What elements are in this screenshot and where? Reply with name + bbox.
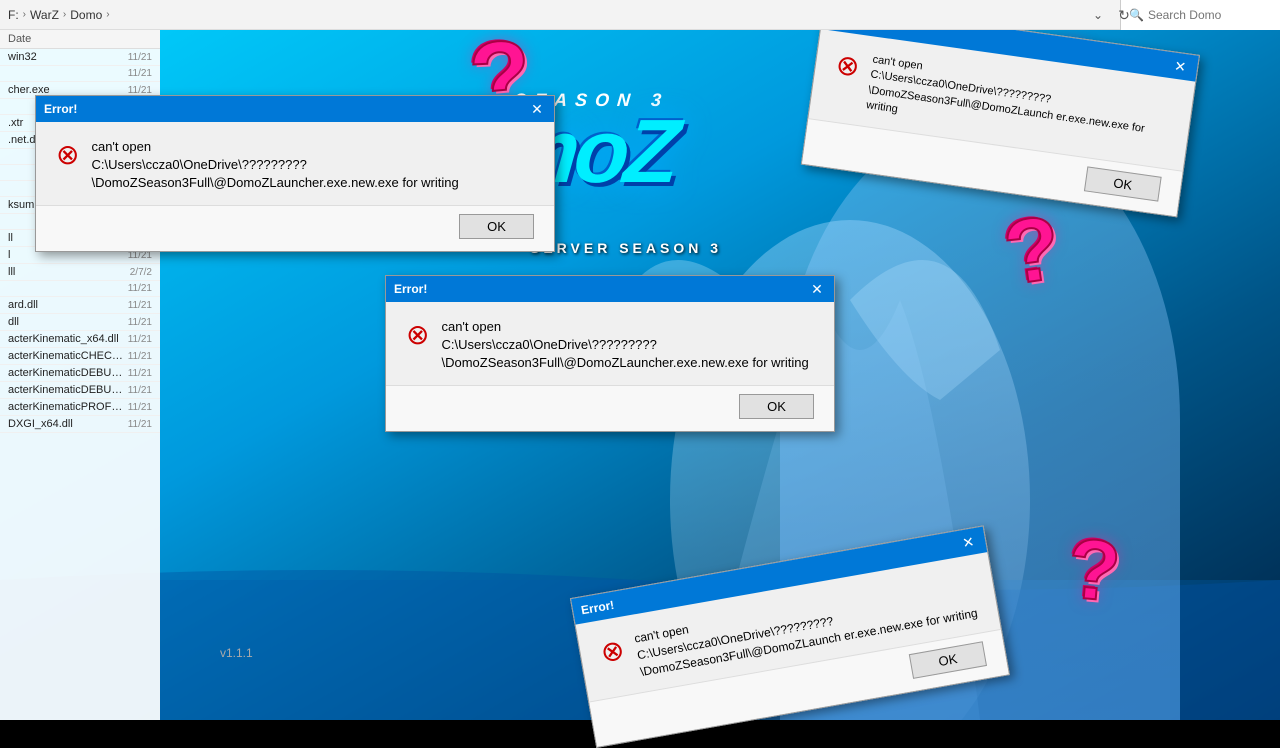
- address-bar-chevron[interactable]: ⌄: [1086, 3, 1110, 27]
- explorer-titlebar: F: › WarZ › Domo ›: [0, 0, 1160, 30]
- list-item[interactable]: 11/21: [0, 281, 160, 297]
- list-item[interactable]: DXGI_x64.dll11/21: [0, 416, 160, 433]
- refresh-button[interactable]: ↻: [1112, 3, 1136, 27]
- chevron-down-icon: ⌄: [1093, 8, 1103, 22]
- error-icon-3: ⊗: [834, 48, 862, 84]
- list-item[interactable]: 11/21: [0, 66, 160, 82]
- dialog-2-title: Error!: [394, 282, 427, 296]
- list-item[interactable]: ard.dll11/21: [0, 297, 160, 314]
- breadcrumb: F: › WarZ › Domo ›: [0, 8, 118, 22]
- question-mark-4: ?: [1064, 520, 1124, 622]
- list-item[interactable]: win3211/21: [0, 49, 160, 66]
- dialog-1-message-path: C:\Users\ccza0\OneDrive\?????????\DomoZS…: [91, 157, 458, 190]
- dialog-2-footer: OK: [386, 385, 834, 431]
- dialog-2-message-line1: can't open: [441, 319, 501, 334]
- dialog-3-ok-button[interactable]: OK: [1084, 166, 1162, 201]
- list-item[interactable]: acterKinematicDEBUG_x64.dll11/21: [0, 365, 160, 382]
- breadcrumb-warz[interactable]: WarZ: [30, 8, 59, 22]
- dialog-3-message-path: C:\Users\ccza0\OneDrive\?????????\DomoZS…: [865, 69, 1145, 135]
- dialog-1-titlebar: Error! ✕: [36, 96, 554, 122]
- dialog-2-ok-button[interactable]: OK: [739, 394, 814, 419]
- server-season-label: SERVER SEASON 3: [530, 240, 722, 256]
- dialog-2-message: can't open C:\Users\ccza0\OneDrive\?????…: [441, 318, 814, 373]
- list-item[interactable]: lll2/7/2: [0, 264, 160, 281]
- list-item[interactable]: acterKinematicCHECKED_x64...11/21: [0, 348, 160, 365]
- dialog-2-close-button[interactable]: ✕: [808, 280, 826, 298]
- error-icon-4: ⊗: [598, 632, 627, 669]
- dialog-4-ok-button[interactable]: OK: [909, 641, 987, 679]
- column-header: Date: [0, 30, 160, 49]
- dialog-1-close-button[interactable]: ✕: [528, 100, 546, 118]
- breadcrumb-domo[interactable]: Domo: [70, 8, 102, 22]
- dialog-1-message: can't open C:\Users\ccza0\OneDrive\?????…: [91, 138, 534, 193]
- search-bar: 🔍: [1120, 0, 1280, 30]
- dialog-2-message-path: C:\Users\ccza0\OneDrive\?????????\DomoZS…: [441, 337, 808, 370]
- breadcrumb-f[interactable]: F:: [8, 8, 19, 22]
- dialog-1-ok-button[interactable]: OK: [459, 214, 534, 239]
- error-dialog-2: Error! ✕ ⊗ can't open C:\Users\ccza0\One…: [385, 275, 835, 432]
- dialog-1-title: Error!: [44, 102, 77, 116]
- search-input[interactable]: [1148, 8, 1272, 22]
- dialog-3-close-button[interactable]: ✕: [1170, 56, 1190, 76]
- list-item[interactable]: acterKinematicDEBUG_x86.dll11/21: [0, 382, 160, 399]
- refresh-icon: ↻: [1118, 7, 1130, 24]
- dialog-4-close-button[interactable]: ✕: [958, 531, 979, 552]
- version-label: v1.1.1: [220, 646, 253, 660]
- dialog-2-titlebar: Error! ✕: [386, 276, 834, 302]
- error-dialog-1: Error! ✕ ⊗ can't open C:\Users\ccza0\One…: [35, 95, 555, 252]
- dialog-1-body: ⊗ can't open C:\Users\ccza0\OneDrive\???…: [36, 122, 554, 205]
- dialog-1-footer: OK: [36, 205, 554, 251]
- list-item[interactable]: acterKinematicPROFILE_x64.dll11/21: [0, 399, 160, 416]
- dialog-2-body: ⊗ can't open C:\Users\ccza0\OneDrive\???…: [386, 302, 834, 385]
- dialog-4-title: Error!: [580, 597, 615, 617]
- dialog-1-message-line1: can't open: [91, 139, 151, 154]
- error-icon-2: ⊗: [406, 318, 429, 351]
- list-item[interactable]: acterKinematic_x64.dll11/21: [0, 331, 160, 348]
- error-icon-1: ⊗: [56, 138, 79, 171]
- list-item[interactable]: dll11/21: [0, 314, 160, 331]
